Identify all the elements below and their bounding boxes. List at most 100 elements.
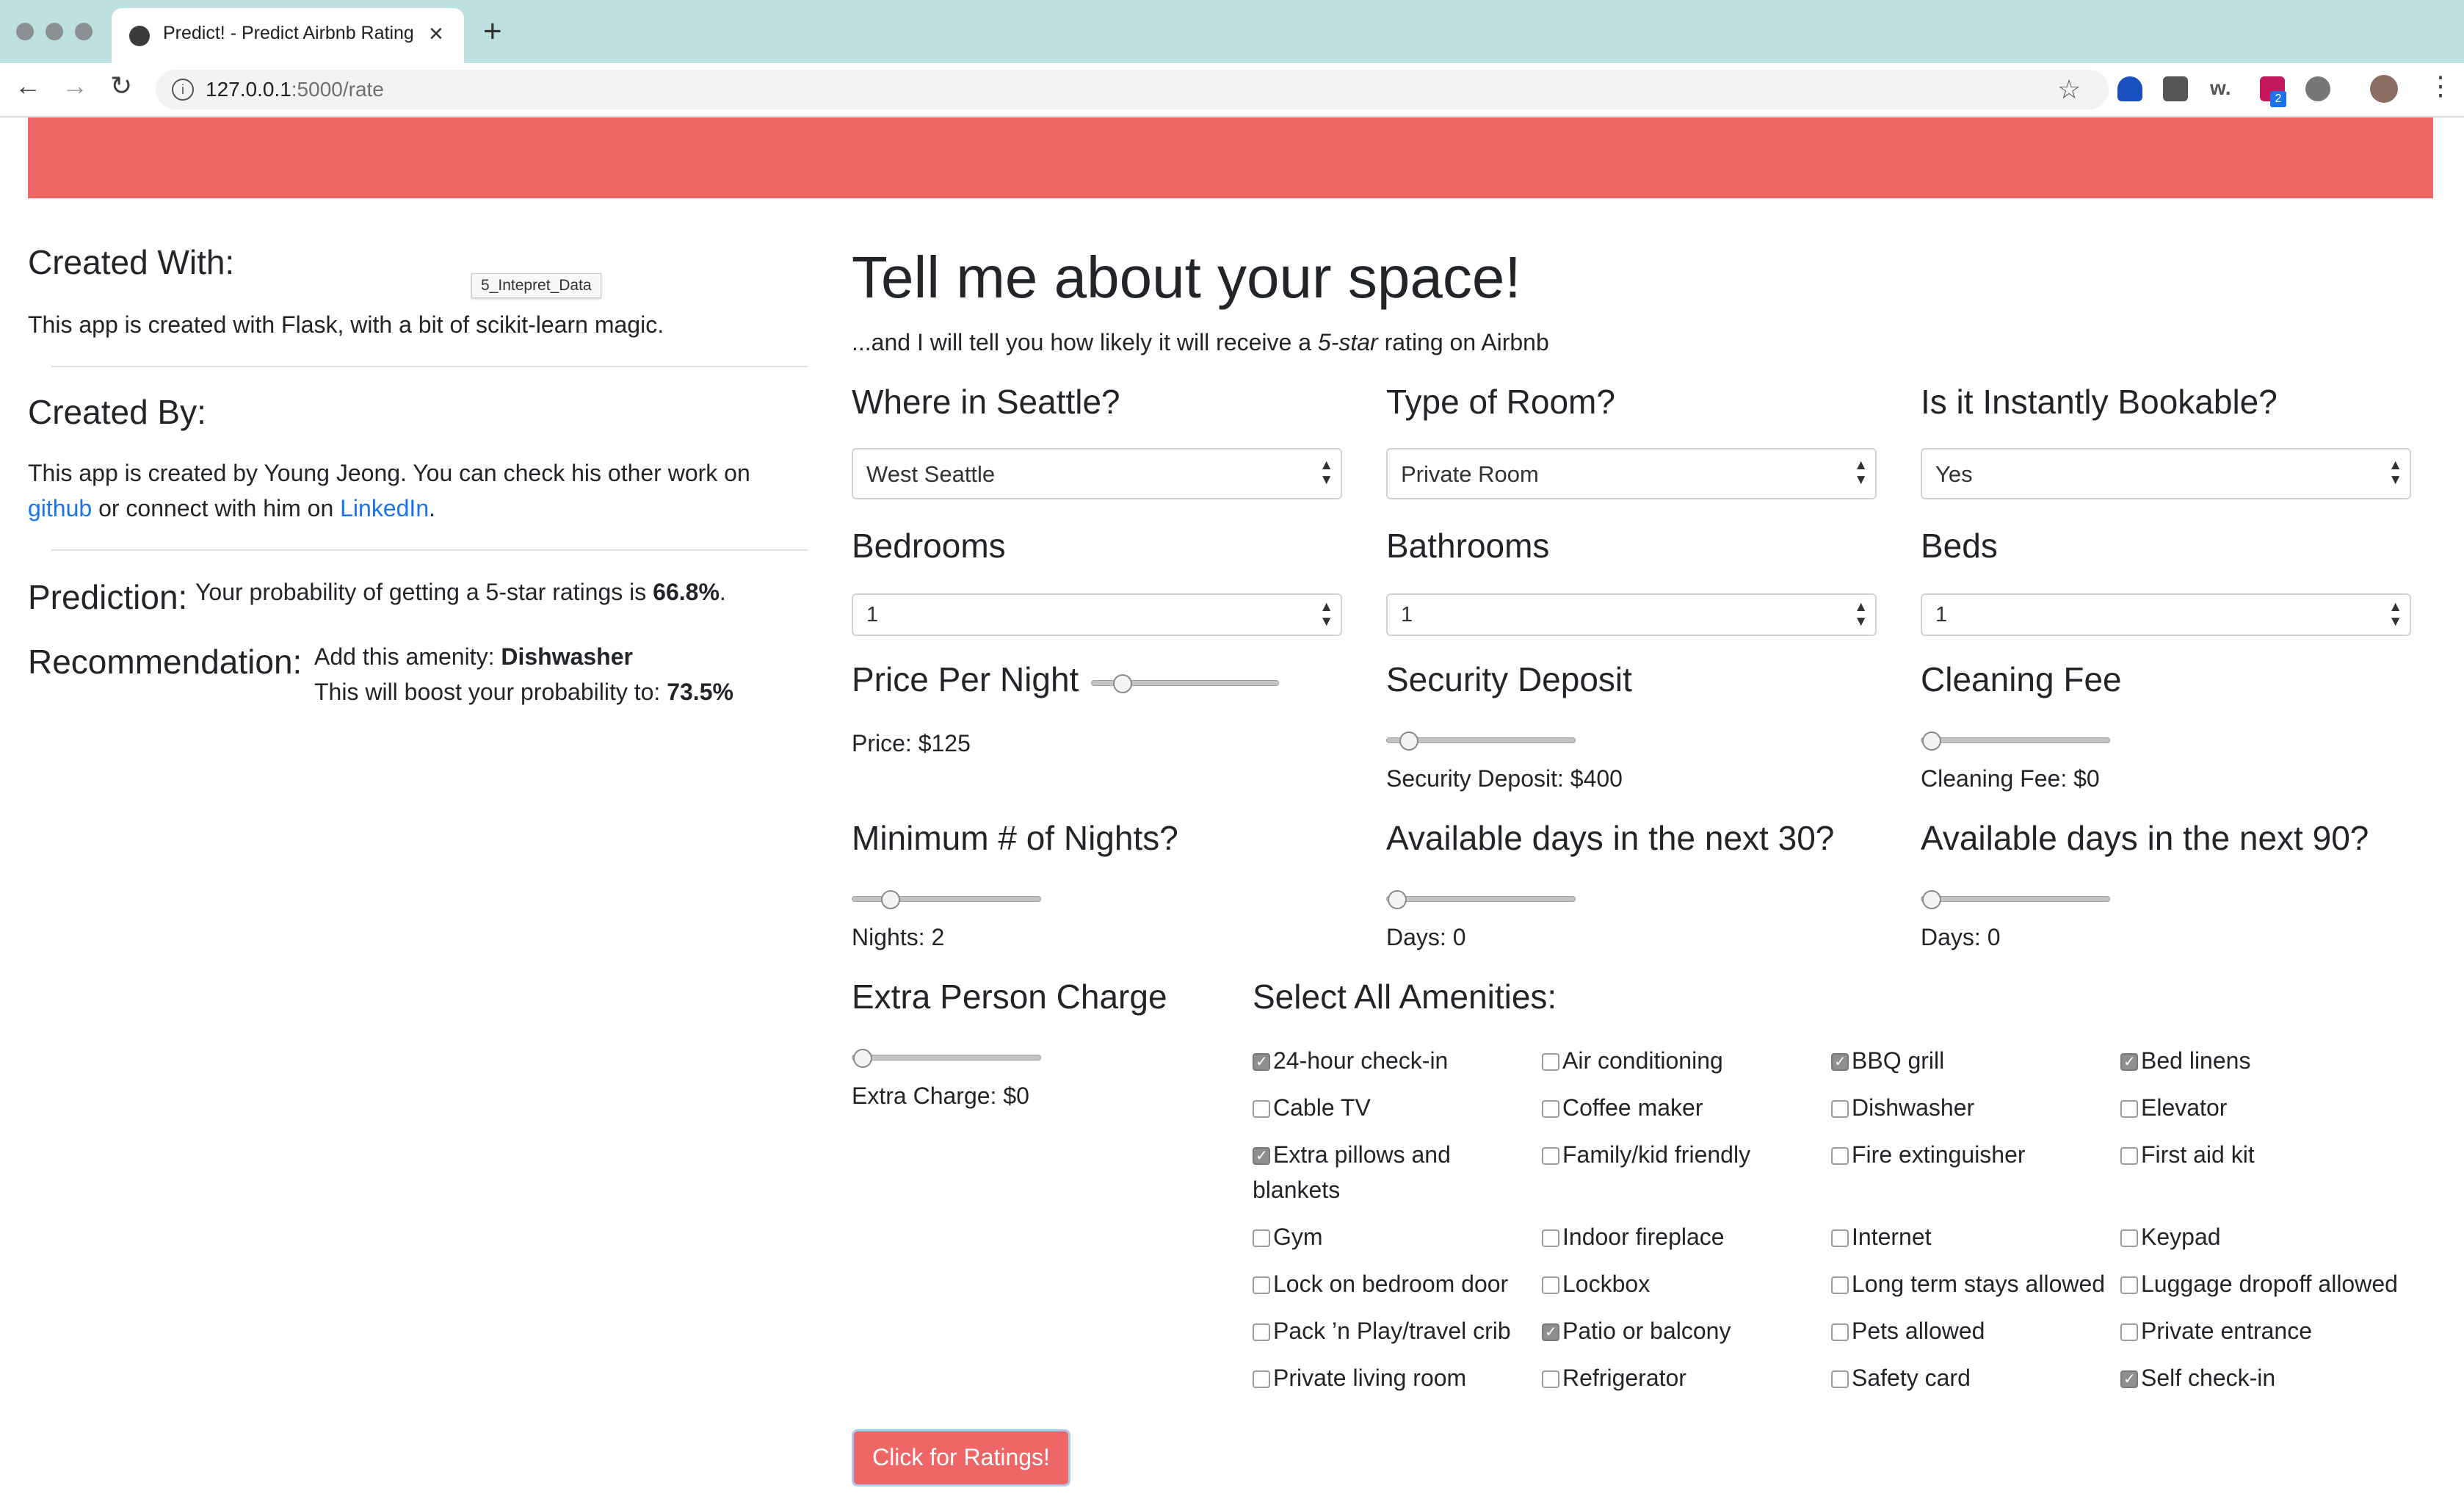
amenity-checkbox[interactable] <box>1831 1100 1849 1118</box>
amenity-checkbox[interactable] <box>1542 1100 1559 1118</box>
forward-button[interactable]: → <box>62 71 88 101</box>
prediction-value: 66.8% <box>653 579 720 605</box>
amenity-checkbox[interactable] <box>1831 1370 1849 1388</box>
amenity-label: Fire extinguisher <box>1852 1141 2026 1168</box>
close-tab-icon[interactable]: × <box>429 20 443 48</box>
amenity-checkbox[interactable] <box>1542 1053 1559 1071</box>
room-type-select[interactable]: Private Room ▲ ▼ <box>1386 448 1877 499</box>
amenity-label: Gym <box>1273 1224 1323 1250</box>
submit-button[interactable]: Click for Ratings! <box>852 1429 1070 1486</box>
amenity-checkbox[interactable] <box>1542 1229 1559 1247</box>
amenity-label: Keypad <box>2141 1224 2221 1250</box>
available-90-slider-thumb[interactable] <box>1922 890 1941 909</box>
select-value: Private Room <box>1401 461 1539 487</box>
globe-icon <box>129 26 150 46</box>
extra-person-slider-thumb[interactable] <box>853 1049 872 1068</box>
min-nights-label: Minimum # of Nights? <box>852 819 1178 857</box>
amenity-label-continued: blankets <box>1253 1177 1341 1203</box>
amenity-checkbox[interactable] <box>2120 1147 2138 1165</box>
amenity-checkbox[interactable] <box>1542 1276 1559 1294</box>
price-label: Price Per Night <box>852 660 1079 698</box>
amenity-label: Pets allowed <box>1852 1318 1985 1344</box>
amenity-checkbox[interactable] <box>2120 1100 2138 1118</box>
browser-tab[interactable]: Predict! - Predict Airbnb Ratings × <box>112 8 464 63</box>
amenity-checkbox[interactable] <box>1831 1323 1849 1341</box>
available-30-slider-thumb[interactable] <box>1388 890 1407 909</box>
cleaning-fee-slider[interactable] <box>1921 737 2110 743</box>
amenity-checkbox[interactable] <box>1253 1146 1270 1165</box>
min-nights-readout: Nights: 2 <box>852 924 945 950</box>
circle-icon[interactable] <box>2305 76 2330 101</box>
amenity-checkbox[interactable] <box>1831 1276 1849 1294</box>
github-link[interactable]: github <box>28 495 92 521</box>
amenity-checkbox[interactable] <box>1831 1229 1849 1247</box>
amenity-label: 24-hour check-in <box>1273 1047 1449 1074</box>
amenity-label: Internet <box>1852 1224 1932 1250</box>
neighborhood-label: Where in Seattle? <box>852 383 1120 421</box>
bathrooms-label: Bathrooms <box>1386 527 1550 565</box>
window-close-control[interactable] <box>16 23 34 40</box>
url-host: 127.0.0.1 <box>206 78 291 101</box>
boost-value: 73.5% <box>667 679 733 705</box>
cleaning-fee-slider-thumb[interactable] <box>1922 731 1941 751</box>
amenity-checkbox[interactable] <box>2120 1052 2138 1071</box>
amenity-label: BBQ grill <box>1852 1047 1945 1074</box>
amenities-heading: Select All Amenities: <box>1253 978 1557 1016</box>
beds-select[interactable]: 1 ▲ ▼ <box>1921 593 2411 636</box>
amenity-checkbox[interactable] <box>2120 1323 2138 1341</box>
bedrooms-select[interactable]: 1 ▲ ▼ <box>852 593 1342 636</box>
amenity-checkbox[interactable] <box>1253 1276 1270 1294</box>
amenity-label: Air conditioning <box>1562 1047 1723 1074</box>
neighborhood-select[interactable]: West Seattle ▲ ▼ <box>852 448 1342 499</box>
created-with-text: This app is created with Flask, with a b… <box>28 311 664 338</box>
divider <box>51 366 808 367</box>
window-zoom-control[interactable] <box>75 23 93 40</box>
amenity-checkbox[interactable] <box>1542 1323 1559 1341</box>
amenity-checkbox[interactable] <box>1831 1052 1849 1071</box>
recommendation-line-1: Add this amenity: Dishwasher <box>314 643 633 671</box>
amenity-label: Bed linens <box>2141 1047 2251 1074</box>
select-value: 1 <box>866 603 879 626</box>
back-button[interactable]: ← <box>15 71 41 101</box>
info-icon[interactable]: i <box>172 79 194 101</box>
bookmark-star-icon[interactable]: ☆ <box>2057 74 2081 105</box>
min-nights-slider[interactable] <box>852 896 1041 902</box>
boost-label: This will boost your probability to: <box>314 679 667 705</box>
available-90-label: Available days in the next 90? <box>1921 819 2369 857</box>
divider <box>51 549 808 551</box>
beds-label: Beds <box>1921 527 1998 565</box>
amenity-checkbox[interactable] <box>1253 1323 1270 1341</box>
url-text[interactable]: 127.0.0.1:5000/rate <box>206 78 384 101</box>
w-icon[interactable]: w. <box>2210 76 2235 101</box>
bathrooms-select[interactable]: 1 ▲ ▼ <box>1386 593 1877 636</box>
window-minimize-control[interactable] <box>46 23 63 40</box>
browser-menu-icon[interactable]: ⋮ <box>2427 71 2454 101</box>
amenity-checkbox[interactable] <box>2120 1370 2138 1388</box>
screen-icon[interactable] <box>2163 76 2188 101</box>
instant-bookable-label: Is it Instantly Bookable? <box>1921 383 2278 421</box>
amenity-checkbox[interactable] <box>1831 1147 1849 1165</box>
amenity-checkbox[interactable] <box>1253 1052 1270 1071</box>
avatar[interactable] <box>2370 75 2398 103</box>
amenity-checkbox[interactable] <box>2120 1229 2138 1247</box>
shield-icon[interactable] <box>2117 76 2142 101</box>
reload-button[interactable]: ↻ <box>110 71 132 101</box>
available-90-slider[interactable] <box>1921 896 2110 902</box>
security-deposit-slider-thumb[interactable] <box>1399 731 1418 751</box>
address-bar[interactable]: i 127.0.0.1:5000/rate ☆ <box>156 70 2109 109</box>
linkedin-link[interactable]: LinkedIn <box>340 495 429 521</box>
amenity-label: Coffee maker <box>1562 1094 1703 1121</box>
amenity-checkbox[interactable] <box>1253 1100 1270 1118</box>
min-nights-slider-thumb[interactable] <box>881 890 900 909</box>
price-slider-thumb[interactable] <box>1113 674 1132 693</box>
instant-bookable-select[interactable]: Yes ▲ ▼ <box>1921 448 2411 499</box>
amenity-checkbox[interactable] <box>1253 1370 1270 1388</box>
amenity-checkbox[interactable] <box>1542 1370 1559 1388</box>
amenity-checkbox[interactable] <box>1542 1147 1559 1165</box>
available-30-slider[interactable] <box>1386 896 1576 902</box>
available-30-readout: Days: 0 <box>1386 924 1466 950</box>
amenity-checkbox[interactable] <box>1253 1229 1270 1247</box>
extra-person-slider[interactable] <box>852 1055 1041 1061</box>
new-tab-button[interactable]: + <box>483 13 502 50</box>
amenity-checkbox[interactable] <box>2120 1276 2138 1294</box>
